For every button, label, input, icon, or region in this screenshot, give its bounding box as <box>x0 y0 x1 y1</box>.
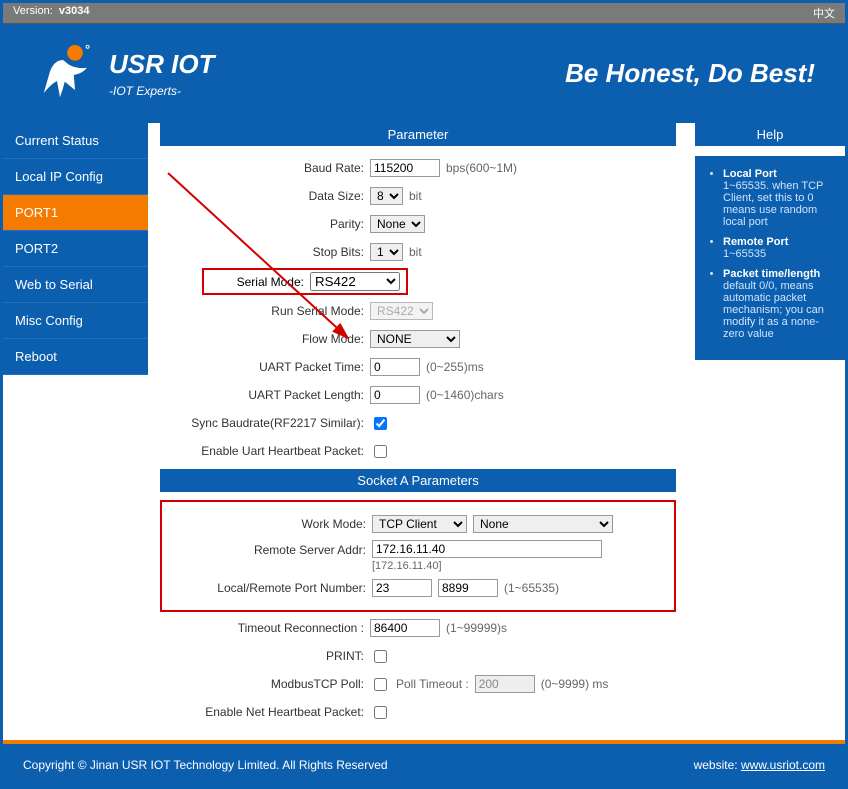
runserial-label: Run Serial Mode: <box>160 304 370 318</box>
brand-title: USR IOT <box>109 49 214 80</box>
baud-unit: bps(600~1M) <box>446 161 517 175</box>
ports-unit: (1~65535) <box>504 581 559 595</box>
footer-copyright: Copyright © Jinan USR IOT Technology Lim… <box>23 758 388 772</box>
footer: Copyright © Jinan USR IOT Technology Lim… <box>3 740 845 786</box>
workmode-select2[interactable]: None <box>473 515 613 533</box>
help-title: Help <box>695 123 845 146</box>
sidebar-item-local-ip[interactable]: Local IP Config <box>3 159 148 195</box>
flowmode-label: Flow Mode: <box>160 332 370 346</box>
help-item: Local Port1~65535. when TCP Client, set … <box>723 168 833 228</box>
content: Parameter Baud Rate: bps(600~1M) Data Si… <box>148 123 695 740</box>
poll-input <box>475 675 535 693</box>
version-label: Version: <box>13 5 53 17</box>
parameter-title: Parameter <box>160 123 676 146</box>
pkttime-label: UART Packet Time: <box>160 360 370 374</box>
pktlen-unit: (0~1460)chars <box>426 388 504 402</box>
ports-label: Local/Remote Port Number: <box>162 581 372 595</box>
serialmode-label: Serial Mode: <box>210 275 310 289</box>
uarthb-label: Enable Uart Heartbeat Packet: <box>160 444 370 458</box>
baud-input[interactable] <box>370 159 440 177</box>
brand-subtitle: -IOT Experts- <box>109 84 214 98</box>
uarthb-checkbox[interactable] <box>374 445 387 458</box>
workmode-label: Work Mode: <box>162 517 372 531</box>
help-item: Packet time/lengthdefault 0/0, means aut… <box>723 268 833 340</box>
help-panel: Help Local Port1~65535. when TCP Client,… <box>695 123 845 740</box>
print-label: PRINT: <box>160 649 370 663</box>
brand-logo-icon <box>33 42 93 105</box>
modbus-checkbox[interactable] <box>374 678 387 691</box>
socket-highlight-box: Work Mode: TCP Client None Remote Server… <box>160 500 676 612</box>
lang-switch[interactable]: 中文 <box>813 5 835 21</box>
socket-title: Socket A Parameters <box>160 469 676 492</box>
sidebar-item-reboot[interactable]: Reboot <box>3 339 148 375</box>
remote-input[interactable] <box>372 540 602 558</box>
brand-slogan: Be Honest, Do Best! <box>565 58 815 89</box>
version-bar: Version: v3034 中文 <box>3 3 845 24</box>
print-checkbox[interactable] <box>374 650 387 663</box>
sidebar-item-port2[interactable]: PORT2 <box>3 231 148 267</box>
pkttime-input[interactable] <box>370 358 420 376</box>
syncbaud-checkbox[interactable] <box>374 417 387 430</box>
runserial-select: RS422 <box>370 302 433 320</box>
datasize-select[interactable]: 8 <box>370 187 403 205</box>
baud-label: Baud Rate: <box>160 161 370 175</box>
footer-site-link[interactable]: www.usriot.com <box>741 758 825 772</box>
poll-label: Poll Timeout : <box>396 677 469 691</box>
pktlen-label: UART Packet Length: <box>160 388 370 402</box>
sidebar-item-web-to-serial[interactable]: Web to Serial <box>3 267 148 303</box>
datasize-unit: bit <box>409 189 422 203</box>
timeout-input[interactable] <box>370 619 440 637</box>
stopbits-label: Stop Bits: <box>160 245 370 259</box>
sidebar-item-misc[interactable]: Misc Config <box>3 303 148 339</box>
poll-unit: (0~9999) ms <box>541 677 609 691</box>
pkttime-unit: (0~255)ms <box>426 360 484 374</box>
sidebar: Current Status Local IP Config PORT1 POR… <box>3 123 148 740</box>
flowmode-select[interactable]: NONE <box>370 330 460 348</box>
parity-select[interactable]: None <box>370 215 425 233</box>
help-item: Remote Port1~65535 <box>723 236 833 260</box>
datasize-label: Data Size: <box>160 189 370 203</box>
remote-resolved: [172.16.11.40] <box>372 560 442 572</box>
stopbits-select[interactable]: 1 <box>370 243 403 261</box>
workmode-select[interactable]: TCP Client <box>372 515 467 533</box>
stopbits-unit: bit <box>409 245 422 259</box>
local-port-input[interactable] <box>372 579 432 597</box>
nethb-checkbox[interactable] <box>374 706 387 719</box>
serialmode-select[interactable]: RS422 <box>310 272 400 291</box>
nethb-label: Enable Net Heartbeat Packet: <box>160 705 370 719</box>
modbus-label: ModbusTCP Poll: <box>160 677 370 691</box>
remote-label: Remote Server Addr: <box>162 540 372 557</box>
timeout-unit: (1~99999)s <box>446 621 507 635</box>
sidebar-item-current-status[interactable]: Current Status <box>3 123 148 159</box>
header: USR IOT -IOT Experts- Be Honest, Do Best… <box>3 24 845 123</box>
remote-port-input[interactable] <box>438 579 498 597</box>
parity-label: Parity: <box>160 217 370 231</box>
footer-site-label: website: <box>694 758 738 772</box>
version-value: v3034 <box>59 5 90 17</box>
syncbaud-label: Sync Baudrate(RF2217 Similar): <box>160 416 370 430</box>
timeout-label: Timeout Reconnection : <box>160 621 370 635</box>
sidebar-item-port1[interactable]: PORT1 <box>3 195 148 231</box>
pktlen-input[interactable] <box>370 386 420 404</box>
